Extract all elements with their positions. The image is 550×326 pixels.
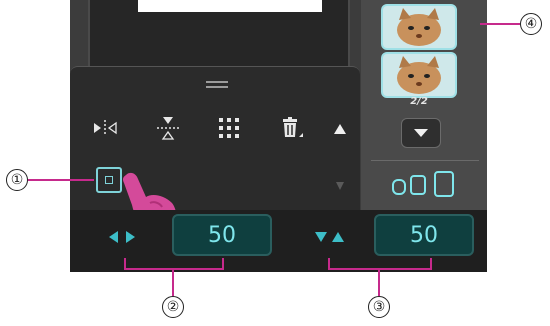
- left-right-arrows-icon[interactable]: [108, 230, 138, 244]
- panel-drag-handle[interactable]: [206, 81, 228, 93]
- vertical-value-field[interactable]: 50: [374, 214, 474, 256]
- callout-2: ②: [162, 296, 184, 318]
- pattern-thumbnail-1[interactable]: [381, 4, 457, 50]
- pattern-list-column: 2/2: [361, 0, 487, 210]
- device-screen: 2/2 50 50: [70, 0, 487, 272]
- down-up-arrows-icon[interactable]: [314, 230, 346, 244]
- position-icon: [105, 176, 113, 184]
- cat-pattern-icon: [397, 8, 441, 46]
- array-icon: [219, 118, 239, 138]
- callout-3: ③: [368, 296, 390, 318]
- callout-line-2: [172, 268, 174, 296]
- delete-button[interactable]: [276, 113, 306, 143]
- scroll-up-button[interactable]: [332, 121, 348, 137]
- array-button[interactable]: [214, 113, 244, 143]
- triangle-up-icon: [334, 124, 346, 134]
- layout-view-icon[interactable]: [391, 170, 461, 198]
- divider: [371, 160, 479, 161]
- mirror-horizontal-icon: [94, 120, 117, 136]
- move-position-button[interactable]: [96, 167, 122, 193]
- bracket-bar-3: [328, 268, 432, 270]
- callout-1: ①: [6, 169, 28, 191]
- pattern-preview: [138, 0, 322, 12]
- embroidery-view-area: [88, 0, 350, 68]
- next-page-button[interactable]: [401, 118, 441, 148]
- mirror-vertical-icon: [157, 117, 179, 140]
- chevron-down-icon: [414, 129, 428, 137]
- mirror-horizontal-button[interactable]: [90, 113, 120, 143]
- horizontal-value-field[interactable]: 50: [172, 214, 272, 256]
- adjust-bar: 50 50: [70, 210, 487, 272]
- triangle-down-icon: [336, 182, 344, 190]
- cat-pattern-icon: [397, 56, 441, 94]
- edit-panel: [70, 66, 360, 231]
- mirror-vertical-button[interactable]: [153, 113, 183, 143]
- callout-line-4: [480, 23, 520, 25]
- callout-line-3: [378, 268, 380, 296]
- trash-icon: [283, 117, 303, 137]
- callout-line-1: [28, 179, 94, 181]
- bracket-bar-2: [124, 268, 224, 270]
- pattern-thumbnail-2[interactable]: [381, 52, 457, 98]
- scroll-down-button[interactable]: [334, 177, 346, 190]
- callout-4: ④: [520, 13, 542, 35]
- page-count: 2/2: [410, 96, 428, 107]
